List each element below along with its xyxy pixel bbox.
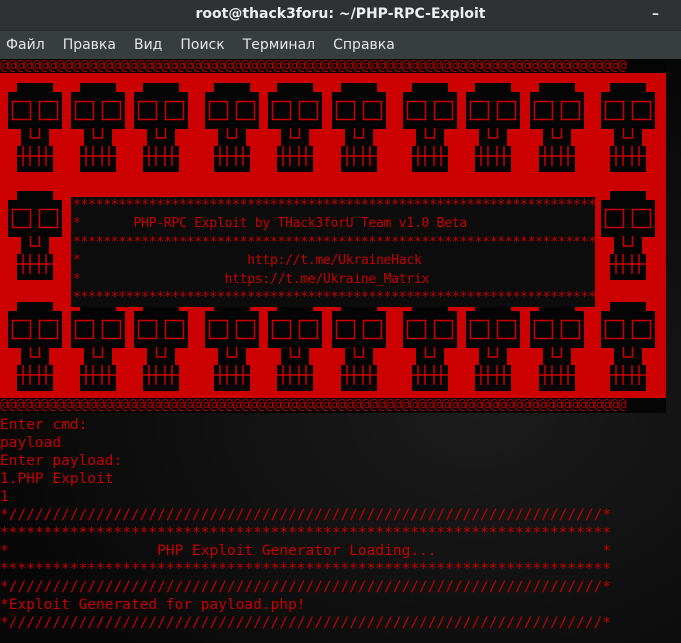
skull-icon (71, 302, 125, 391)
skull-icon (268, 83, 322, 172)
menu-edit[interactable]: Правка (63, 37, 116, 53)
skull-icon (403, 83, 457, 172)
menu-view[interactable]: Вид (134, 37, 162, 53)
output-line: *///////////////////////////////////////… (0, 615, 612, 631)
skull-icon (403, 302, 457, 391)
skull-icon (71, 83, 125, 172)
box-title: * PHP-RPC Exploit by THack3forU Team v1.… (73, 216, 595, 232)
skull-icon (205, 83, 259, 172)
skull-icon (134, 83, 188, 172)
box-link-2: * https://t.me/Ukraine_Matrix * (73, 271, 595, 287)
skull-icon (601, 302, 655, 391)
skull-icon (466, 83, 520, 172)
box-line: ****************************************… (73, 234, 595, 250)
at-border-top: @@@@@@@@@@@@@@@@@@@@@@@@@@@@@@@@@@@@@@@@… (0, 59, 666, 74)
skull-icon (8, 191, 62, 280)
skull-icon (134, 302, 188, 391)
output-line: *Exploit Generated for payload.php! (0, 597, 306, 613)
box-link-1: * http://t.me/UkraineHack * (73, 253, 595, 269)
at-border-bottom: @@@@@@@@@@@@@@@@@@@@@@@@@@@@@@@@@@@@@@@@… (0, 398, 666, 413)
skull-icon (530, 302, 584, 391)
skull-icon (205, 302, 259, 391)
skull-icon (8, 302, 62, 391)
output-line: *///////////////////////////////////////… (0, 579, 612, 595)
output-line: Enter payload: (0, 453, 123, 469)
terminal-area[interactable]: @@@@@@@@@@@@@@@@@@@@@@@@@@@@@@@@@@@@@@@@… (0, 59, 681, 643)
output-line: ****************************************… (0, 525, 612, 541)
skull-icon (601, 83, 655, 172)
banner-text-box: ****************************************… (71, 197, 595, 307)
title-bar: root@thack3foru: ~/PHP-RPC-Exploit – (0, 0, 681, 30)
box-line: ****************************************… (73, 290, 595, 306)
minimize-button[interactable]: – (652, 0, 659, 28)
output-line: Enter cmd: (0, 417, 88, 433)
skull-icon (268, 302, 322, 391)
menu-search[interactable]: Поиск (180, 37, 224, 53)
output-line: 1.PHP Exploit (0, 471, 114, 487)
output-line: *///////////////////////////////////////… (0, 507, 612, 523)
skull-banner: ****************************************… (0, 73, 666, 398)
output-line: payload (0, 435, 62, 451)
menu-terminal[interactable]: Терминал (243, 37, 315, 53)
skull-icon (332, 302, 386, 391)
skull-icon (8, 83, 62, 172)
menu-file[interactable]: Файл (6, 37, 45, 53)
menu-bar: Файл Правка Вид Поиск Терминал Справка (0, 30, 681, 59)
box-line: ****************************************… (73, 198, 595, 213)
skull-icon (466, 302, 520, 391)
output-line: ****************************************… (0, 561, 612, 577)
skull-icon (601, 191, 655, 280)
output-line: 1 (0, 489, 9, 505)
skull-icon (332, 83, 386, 172)
menu-help[interactable]: Справка (333, 37, 395, 53)
window-title: root@thack3foru: ~/PHP-RPC-Exploit (195, 6, 486, 22)
output-line: * PHP Exploit Generator Loading... * (0, 543, 612, 559)
skull-icon (530, 83, 584, 172)
